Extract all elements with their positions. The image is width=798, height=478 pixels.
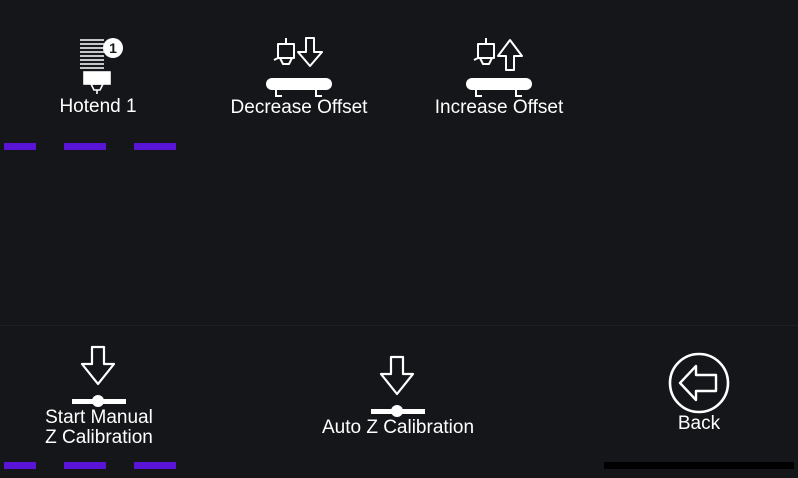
hotend-badge-number: 1 (109, 40, 117, 56)
manual-z-selection-indicator (134, 462, 176, 469)
hotend-selection-indicator (134, 143, 176, 150)
hotend-selection-indicator (4, 143, 36, 150)
auto-z-calibration-button[interactable]: Auto Z Calibration (300, 350, 496, 450)
nozzle-down-arrow-icon (266, 37, 332, 97)
manual-z-selection-indicator (4, 462, 36, 469)
z-calibrate-icon (371, 355, 425, 417)
hotend-select-button[interactable]: 1 Hotend 1 (28, 30, 168, 125)
z-calibrate-icon (72, 345, 126, 407)
increase-offset-label: Increase Offset (434, 97, 564, 118)
hotend-selection-indicator (64, 143, 106, 150)
back-arrow-circle-icon (668, 352, 730, 414)
bed-plate (466, 78, 532, 90)
nozzle-up-arrow-icon (466, 38, 532, 97)
manual-z-selection-indicator (64, 462, 106, 469)
auto-z-label: Auto Z Calibration (321, 417, 475, 438)
decrease-offset-button[interactable]: Decrease Offset (220, 30, 378, 125)
decrease-offset-label: Decrease Offset (230, 97, 368, 118)
bed-plate (266, 78, 332, 90)
hotend-label: Hotend 1 (59, 96, 137, 117)
start-manual-z-calibration-button[interactable]: Start Manual Z Calibration (20, 340, 178, 452)
start-manual-label-line2: Z Calibration (45, 427, 153, 448)
start-manual-label-line1: Start Manual (45, 407, 153, 428)
increase-offset-button[interactable]: Increase Offset (420, 30, 578, 125)
back-button[interactable]: Back (640, 350, 758, 440)
back-button-indicator (604, 462, 794, 469)
hotend-icon: 1 (80, 38, 123, 94)
back-label: Back (677, 413, 721, 434)
